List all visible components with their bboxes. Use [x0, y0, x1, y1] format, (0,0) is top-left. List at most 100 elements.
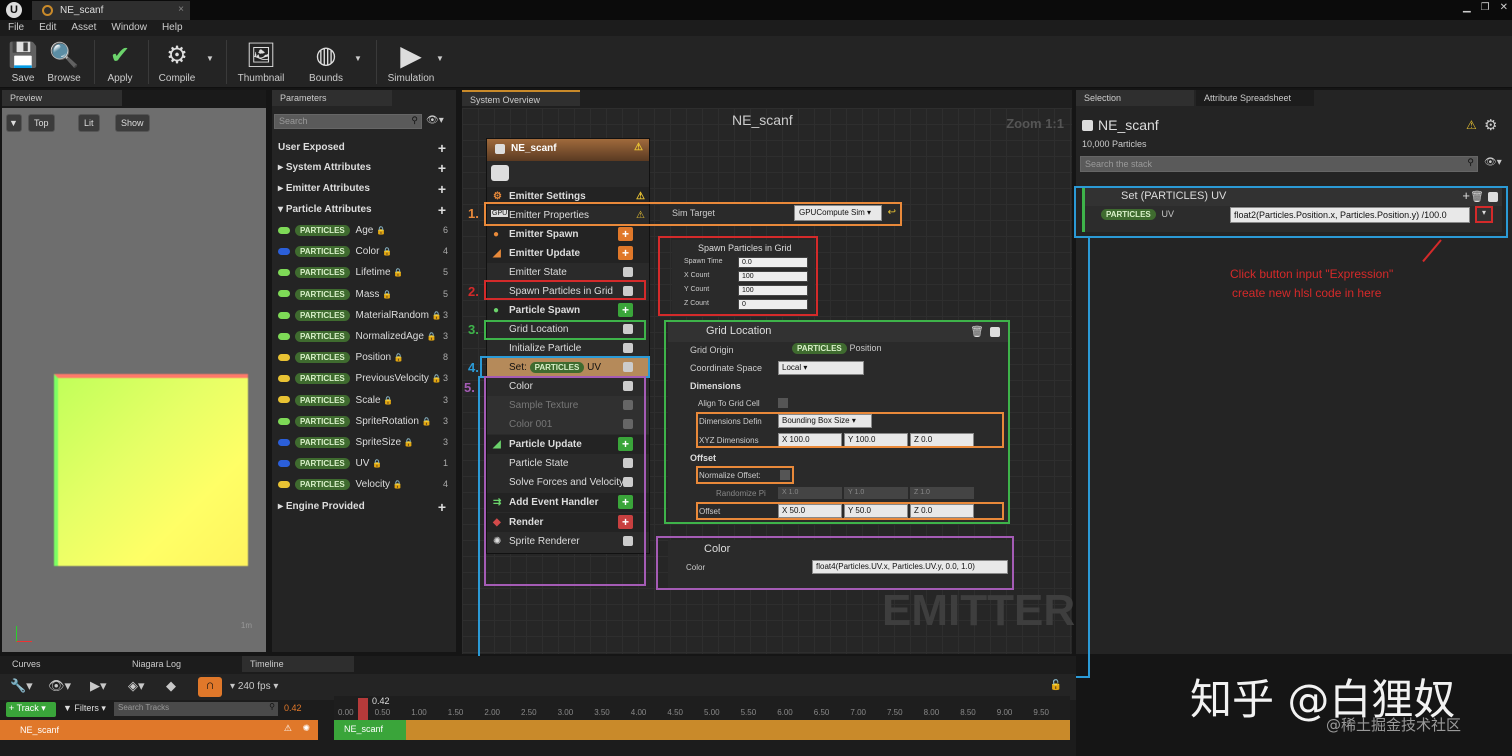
tab-parameters[interactable]: Parameters	[272, 90, 392, 106]
attribute-name: Color	[355, 246, 380, 258]
play-icon[interactable]: ▶▾	[90, 678, 107, 694]
particle-attribute-row[interactable]: PARTICLES Mass 🔒 5	[272, 285, 452, 305]
track-name: NE_scanf	[20, 725, 60, 735]
bounds-dropdown-icon[interactable]: ▼	[354, 54, 362, 63]
visibility-icon[interactable]: 👁▾	[426, 115, 444, 126]
magnet-icon[interactable]: ∩	[198, 677, 222, 697]
timeline-track-area[interactable]: NE_scanf	[334, 720, 1070, 740]
emitter-clip[interactable]: NE_scanf	[334, 720, 406, 740]
menu-window[interactable]: Window	[103, 20, 154, 33]
browse-button[interactable]: 🔍 Browse	[46, 38, 82, 85]
tab-selection[interactable]: Selection	[1076, 90, 1194, 106]
add-icon[interactable]: +	[438, 160, 446, 176]
visibility-icon[interactable]: 👁▾	[1484, 157, 1502, 168]
search-tracks-input[interactable]: Search Tracks ⚲	[114, 702, 278, 716]
eye-icon[interactable]: 👁▾	[48, 678, 71, 694]
lock-icon: 🔒	[376, 226, 387, 235]
lock-icon: 🔒	[403, 438, 414, 447]
timeline-tick-label: 0.50	[374, 708, 391, 717]
particle-attribute-row[interactable]: PARTICLES SpriteRotation 🔒 3	[272, 412, 452, 432]
bounds-button[interactable]: ◍ Bounds	[306, 38, 346, 85]
menu-asset[interactable]: Asset	[63, 20, 103, 33]
simulation-button[interactable]: ▶ Simulation	[386, 38, 436, 85]
stack-search-input[interactable]: Search the stack ⚲	[1080, 156, 1478, 172]
particle-attribute-row[interactable]: PARTICLES UV 🔒 1	[272, 454, 452, 474]
emitter-update-row[interactable]: ◢ Emitter Update +	[487, 244, 649, 263]
particle-attribute-row[interactable]: PARTICLES PreviousVelocity 🔒 3	[272, 369, 452, 389]
viewport-options-button[interactable]: ▼	[6, 114, 22, 132]
particle-attribute-row[interactable]: PARTICLES Color 🔒 4	[272, 242, 452, 262]
add-icon[interactable]: +	[438, 140, 446, 156]
timeline-ruler[interactable]: 0.00 0.50 1.00 1.50 2.00 2.50 3.00 3.50 4.00 4.50…	[334, 696, 1070, 720]
attribute-name: Velocity	[355, 479, 390, 491]
tab-timeline[interactable]: Timeline	[242, 656, 354, 672]
particle-attribute-row[interactable]: PARTICLES Scale 🔒 3	[272, 391, 452, 411]
view-lit-button[interactable]: Lit	[78, 114, 100, 132]
close-tab-icon[interactable]: ×	[178, 4, 184, 15]
save-button[interactable]: 💾 Save	[6, 38, 40, 85]
preview-viewport[interactable]: ▼ Top Lit Show 1m	[2, 108, 266, 652]
particle-attribute-row[interactable]: PARTICLES Velocity 🔒 4	[272, 475, 452, 495]
lock-icon[interactable]: 🔓	[1050, 680, 1062, 691]
particle-attribute-row[interactable]: PARTICLES Age 🔒 6	[272, 221, 452, 241]
particle-spawn-row[interactable]: ● Particle Spawn +	[487, 301, 649, 320]
view-show-button[interactable]: Show	[115, 114, 150, 132]
usage-count: 3	[442, 415, 448, 426]
add-track-button[interactable]: + Track ▾	[6, 702, 56, 717]
wrench-icon[interactable]: 🔧▾	[10, 678, 33, 694]
emitter-attributes-row[interactable]: ▸ Emitter Attributes +	[272, 179, 452, 199]
usage-count: 8	[442, 352, 448, 363]
minimize-icon[interactable]: ▁	[1463, 2, 1471, 13]
settings-icon[interactable]: ⚙	[1484, 116, 1497, 134]
add-icon[interactable]: +	[438, 202, 446, 218]
snap-icon[interactable]: ◆	[166, 678, 176, 694]
title-bar: U NE_scanf × ▁ ❐ ✕	[0, 0, 1512, 20]
track-row[interactable]: NE_scanf ⚠ ✺	[0, 720, 318, 740]
enable-checkbox[interactable]	[1082, 120, 1093, 131]
keyframe-icon[interactable]: ◈▾	[128, 678, 145, 694]
enable-checkbox[interactable]	[623, 343, 633, 353]
tab-niagara-log[interactable]: Niagara Log	[124, 656, 236, 672]
compile-button[interactable]: ⚙ Compile	[156, 38, 198, 85]
maximize-icon[interactable]: ❐	[1481, 2, 1490, 13]
particle-attribute-row[interactable]: PARTICLES Position 🔒 8	[272, 348, 452, 368]
thumbnail-button[interactable]: 🖼 Thumbnail	[236, 38, 286, 85]
view-top-button[interactable]: Top	[28, 114, 55, 132]
playhead-marker[interactable]	[358, 698, 368, 720]
apply-button[interactable]: ✔ Apply	[103, 38, 137, 85]
add-module-button[interactable]: +	[618, 303, 633, 317]
timeline-tick-label: 0.00	[338, 708, 354, 717]
particle-attributes-row[interactable]: ▾ Particle Attributes +	[272, 200, 452, 220]
add-icon[interactable]: +	[438, 181, 446, 197]
timeline-tick-label: 6.00	[777, 708, 793, 717]
tab-attribute-spreadsheet[interactable]: Attribute Spreadsheet	[1196, 90, 1314, 106]
tab-preview[interactable]: Preview	[2, 90, 122, 106]
add-icon[interactable]: +	[438, 499, 446, 515]
emitter-spawn-row[interactable]: ● Emitter Spawn +	[487, 225, 649, 244]
asset-tab[interactable]: NE_scanf ×	[32, 1, 190, 20]
simulation-dropdown-icon[interactable]: ▼	[436, 54, 444, 63]
engine-provided-row[interactable]: ▸ Engine Provided +	[272, 497, 452, 517]
add-module-button[interactable]: +	[618, 227, 633, 241]
system-attributes-row[interactable]: ▸ System Attributes +	[272, 158, 452, 178]
fps-dropdown[interactable]: ▾ 240 fps ▾	[230, 681, 278, 692]
filters-button[interactable]: ▼ Filters ▾	[60, 702, 110, 717]
menu-file[interactable]: File	[0, 20, 31, 33]
asset-tab-label: NE_scanf	[60, 5, 104, 16]
attribute-spreadsheet-tab-label: Attribute Spreadsheet	[1204, 93, 1292, 103]
parameters-search-input[interactable]: Search ⚲	[274, 114, 422, 129]
particle-attribute-row[interactable]: PARTICLES MaterialRandom 🔒 3	[272, 306, 452, 326]
menu-help[interactable]: Help	[154, 20, 190, 33]
tab-system-overview[interactable]: System Overview	[462, 90, 580, 106]
user-exposed-row[interactable]: User Exposed +	[272, 138, 452, 158]
close-window-icon[interactable]: ✕	[1500, 2, 1508, 13]
tab-curves[interactable]: Curves	[4, 656, 116, 672]
add-module-button[interactable]: +	[618, 246, 633, 260]
particle-attribute-row[interactable]: PARTICLES Lifetime 🔒 5	[272, 263, 452, 283]
enable-checkbox[interactable]	[623, 267, 633, 277]
compile-dropdown-icon[interactable]: ▼	[206, 54, 214, 63]
menu-edit[interactable]: Edit	[31, 20, 63, 33]
enable-checkbox[interactable]	[495, 144, 505, 154]
particle-attribute-row[interactable]: PARTICLES SpriteSize 🔒 3	[272, 433, 452, 453]
particle-attribute-row[interactable]: PARTICLES NormalizedAge 🔒 3	[272, 327, 452, 347]
